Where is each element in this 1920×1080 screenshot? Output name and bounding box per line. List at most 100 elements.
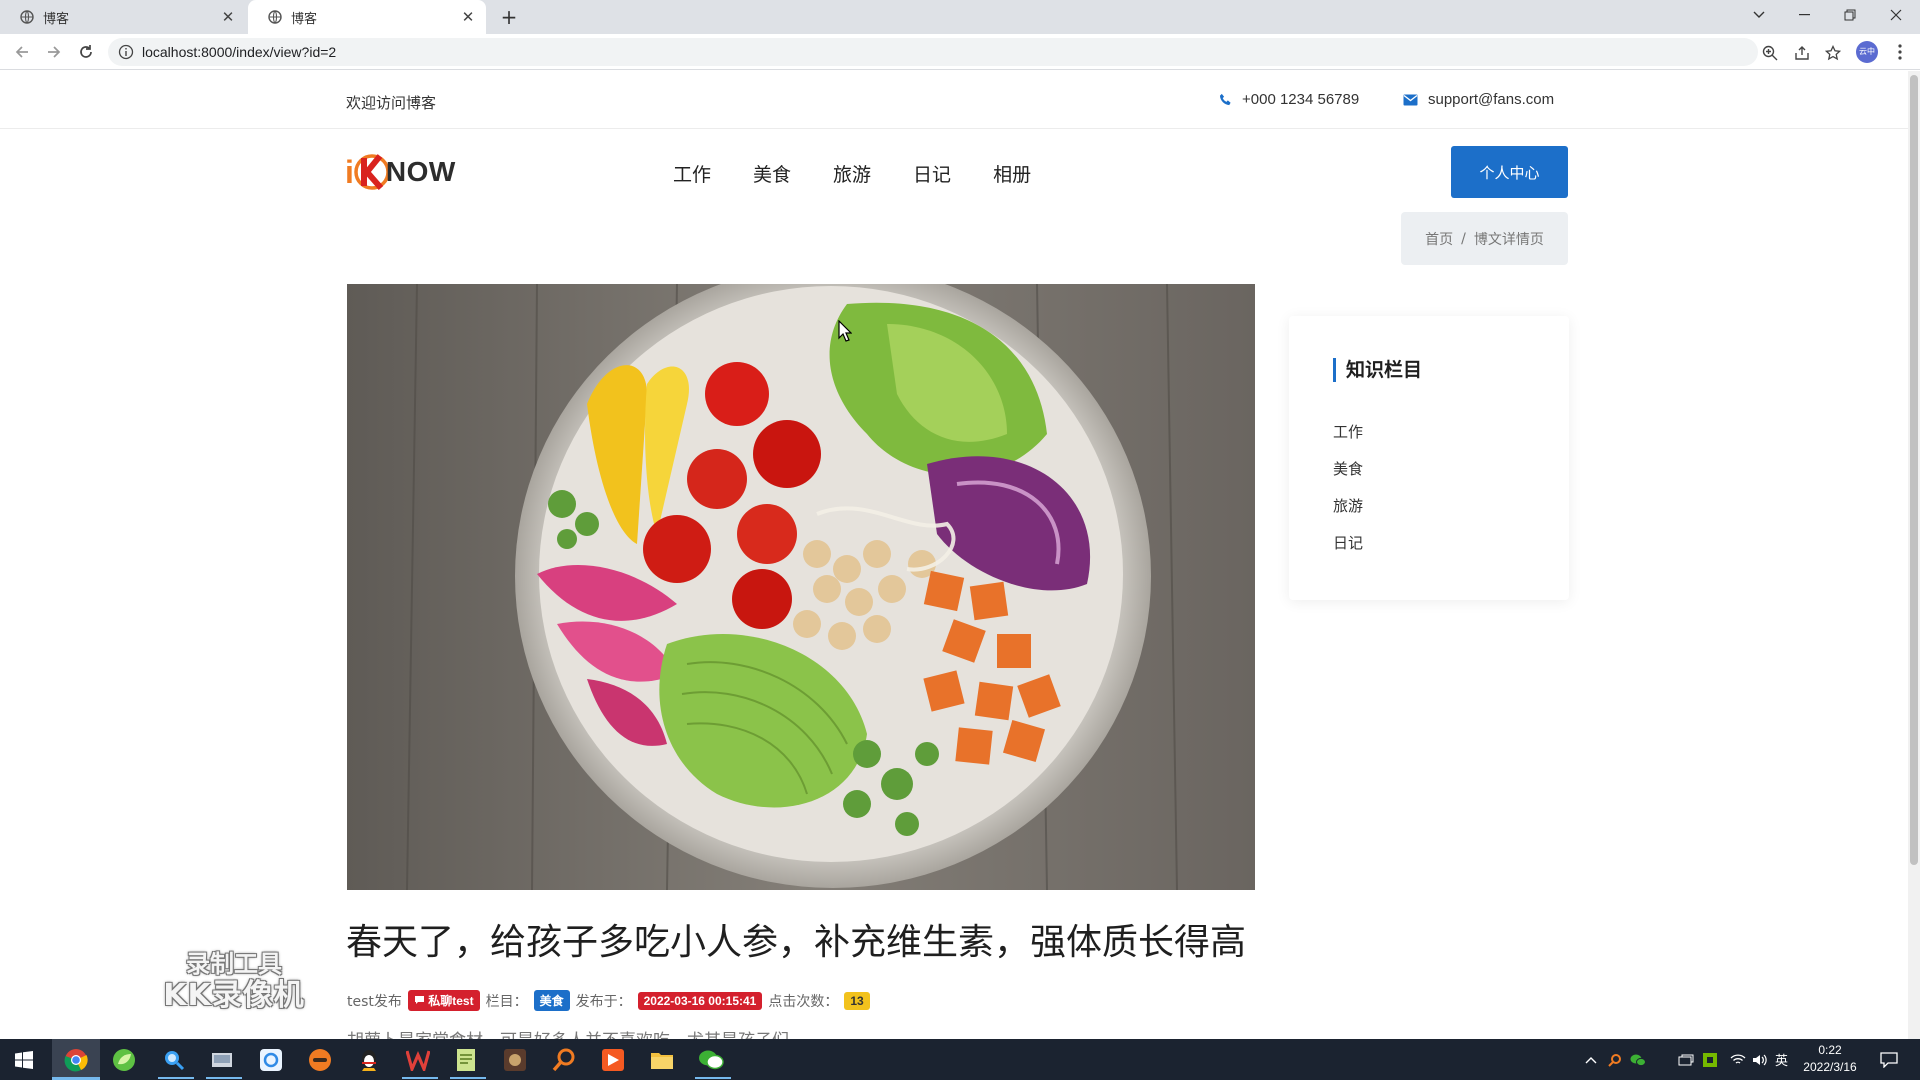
views-count-badge: 13 [844,991,870,1010]
folder-drive-icon[interactable] [208,1046,236,1074]
recorder-app-icon[interactable] [599,1046,627,1074]
article-title: 春天了，给孩子多吃小人参，补充维生素，强体质长得高 [346,922,1247,963]
page-scrollbar[interactable] [1908,71,1920,1039]
forward-arrow-icon[interactable] [42,40,66,64]
sidebar-item-food[interactable]: 美食 [1333,458,1363,495]
article-meta: test发布 私聊test 栏目： 美食 发布于： 2022-03-16 00:… [347,990,870,1011]
sidebar-item-work[interactable]: 工作 [1333,421,1363,458]
web-page: 欢迎访问博客 +000 1234 56789 support@fans.com … [0,71,1908,1039]
main-navigation: 工作 美食 旅游 日记 相册 [673,160,1031,187]
email-address: support@fans.com [1428,91,1555,108]
mouse-cursor-icon [838,320,852,342]
media-player-icon[interactable] [306,1046,334,1074]
breadcrumb-current: 博文详情页 [1473,231,1544,248]
search-everything-icon[interactable] [550,1046,578,1074]
tab-title: 博客 [291,11,318,27]
file-explorer-icon[interactable] [648,1046,676,1074]
sidebar-list: 工作 美食 旅游 日记 [1333,421,1363,569]
contact-phone[interactable]: +000 1234 56789 [1219,91,1359,108]
views-label: 点击次数： [768,993,839,1010]
knowledge-column-card: 知识栏目 工作 美食 旅游 日记 [1289,316,1569,600]
search-app-icon[interactable] [160,1046,188,1074]
personal-center-button[interactable]: 个人中心 [1451,146,1568,198]
share-icon[interactable] [1794,45,1810,61]
url-field[interactable]: localhost:8000/index/view?id=2 [108,38,1841,66]
nav-item-work[interactable]: 工作 [673,160,711,187]
globe-icon [20,10,34,24]
phone-number: +000 1234 56789 [1242,91,1360,108]
notification-center-icon[interactable] [1880,1039,1898,1080]
ime-indicator[interactable]: 英 [1775,1039,1788,1080]
watermark-line2: KK录像机 [163,978,305,1013]
nav-item-food[interactable]: 美食 [753,160,791,187]
photo-app-icon[interactable] [257,1046,285,1074]
back-arrow-icon[interactable] [10,40,34,64]
close-tab-icon[interactable]: ✕ [458,7,478,27]
windows-taskbar: 英 0:22 2022/3/16 [0,1039,1920,1080]
column-badge[interactable]: 美食 [533,990,570,1011]
tab-title: 博客 [43,11,70,27]
sidebar-item-diary[interactable]: 日记 [1333,532,1363,569]
breadcrumb: 首页 / 博文详情页 [1401,212,1568,265]
nav-item-travel[interactable]: 旅游 [833,160,871,187]
new-tab-button[interactable]: + [497,6,521,28]
windows-start-icon[interactable] [10,1046,38,1074]
sidebar-title: 知识栏目 [1333,358,1422,382]
qq-penguin-icon[interactable] [355,1046,383,1074]
tray-chevron-icon[interactable] [1585,1039,1597,1080]
green-leaf-app-icon[interactable] [110,1046,138,1074]
phone-icon [1219,93,1231,106]
nav-item-diary[interactable]: 日记 [913,160,951,187]
profile-avatar[interactable]: 云中 [1856,41,1878,63]
restore-button[interactable] [1828,0,1872,30]
published-date-badge: 2022-03-16 00:15:41 [637,991,763,1010]
author-text: test发布 [347,993,402,1010]
tray-nvidia-icon[interactable] [1703,1039,1717,1080]
url-text[interactable]: localhost:8000/index/view?id=2 [142,38,336,66]
sidebar-item-travel[interactable]: 旅游 [1333,495,1363,532]
top-info-bar: 欢迎访问博客 +000 1234 56789 support@fans.com [0,71,1908,129]
wps-office-icon[interactable] [404,1046,432,1074]
running-indicator [206,1077,242,1079]
private-message-badge[interactable]: 私聊test [407,990,480,1011]
browser-tab[interactable]: 博客 ✕ [0,0,246,34]
site-logo[interactable]: i NOW [345,150,456,194]
article-excerpt: 胡萝卜是家常食材，可是好多人并不喜欢吃，尤其是孩子们 [347,1026,789,1039]
nav-item-album[interactable]: 相册 [993,160,1031,187]
contact-email[interactable]: support@fans.com [1403,91,1554,108]
clock-date: 2022/3/16 [1803,1060,1857,1074]
globe-icon [268,10,282,24]
private-message-text: 私聊test [428,994,474,1008]
close-tab-icon[interactable]: ✕ [218,7,238,27]
breadcrumb-separator: / [1461,230,1466,247]
tray-search-icon[interactable] [1608,1039,1622,1080]
running-indicator [450,1077,486,1079]
browser-tab-active[interactable]: 博客 ✕ [248,0,486,34]
published-label: 发布于： [575,993,632,1010]
running-indicator [402,1077,438,1079]
tab-search-icon[interactable] [1737,0,1781,30]
chat-bubble-icon [414,996,424,1004]
tray-display-icon[interactable] [1678,1039,1694,1080]
notepad-icon[interactable] [452,1046,480,1074]
welcome-text: 欢迎访问博客 [346,94,437,112]
chrome-icon[interactable] [62,1046,90,1074]
wifi-icon[interactable] [1730,1039,1746,1080]
system-clock[interactable]: 0:22 2022/3/16 [1790,1042,1870,1076]
game-app-icon[interactable] [501,1046,529,1074]
scrollbar-thumb[interactable] [1910,75,1918,865]
info-icon[interactable] [118,44,134,60]
reload-icon[interactable] [74,40,98,64]
volume-icon[interactable] [1752,1039,1768,1080]
close-window-button[interactable] [1874,0,1918,30]
running-indicator [158,1077,194,1079]
zoom-icon[interactable] [1762,45,1778,61]
minimize-button[interactable] [1782,0,1826,30]
logo-text-now: NOW [385,156,456,187]
clock-time: 0:22 [1818,1043,1842,1057]
bookmark-star-icon[interactable] [1825,45,1841,61]
breadcrumb-home[interactable]: 首页 [1425,229,1453,249]
wechat-icon[interactable] [697,1046,725,1074]
more-menu-icon[interactable] [1892,42,1908,62]
tray-wechat-icon[interactable] [1630,1039,1646,1080]
